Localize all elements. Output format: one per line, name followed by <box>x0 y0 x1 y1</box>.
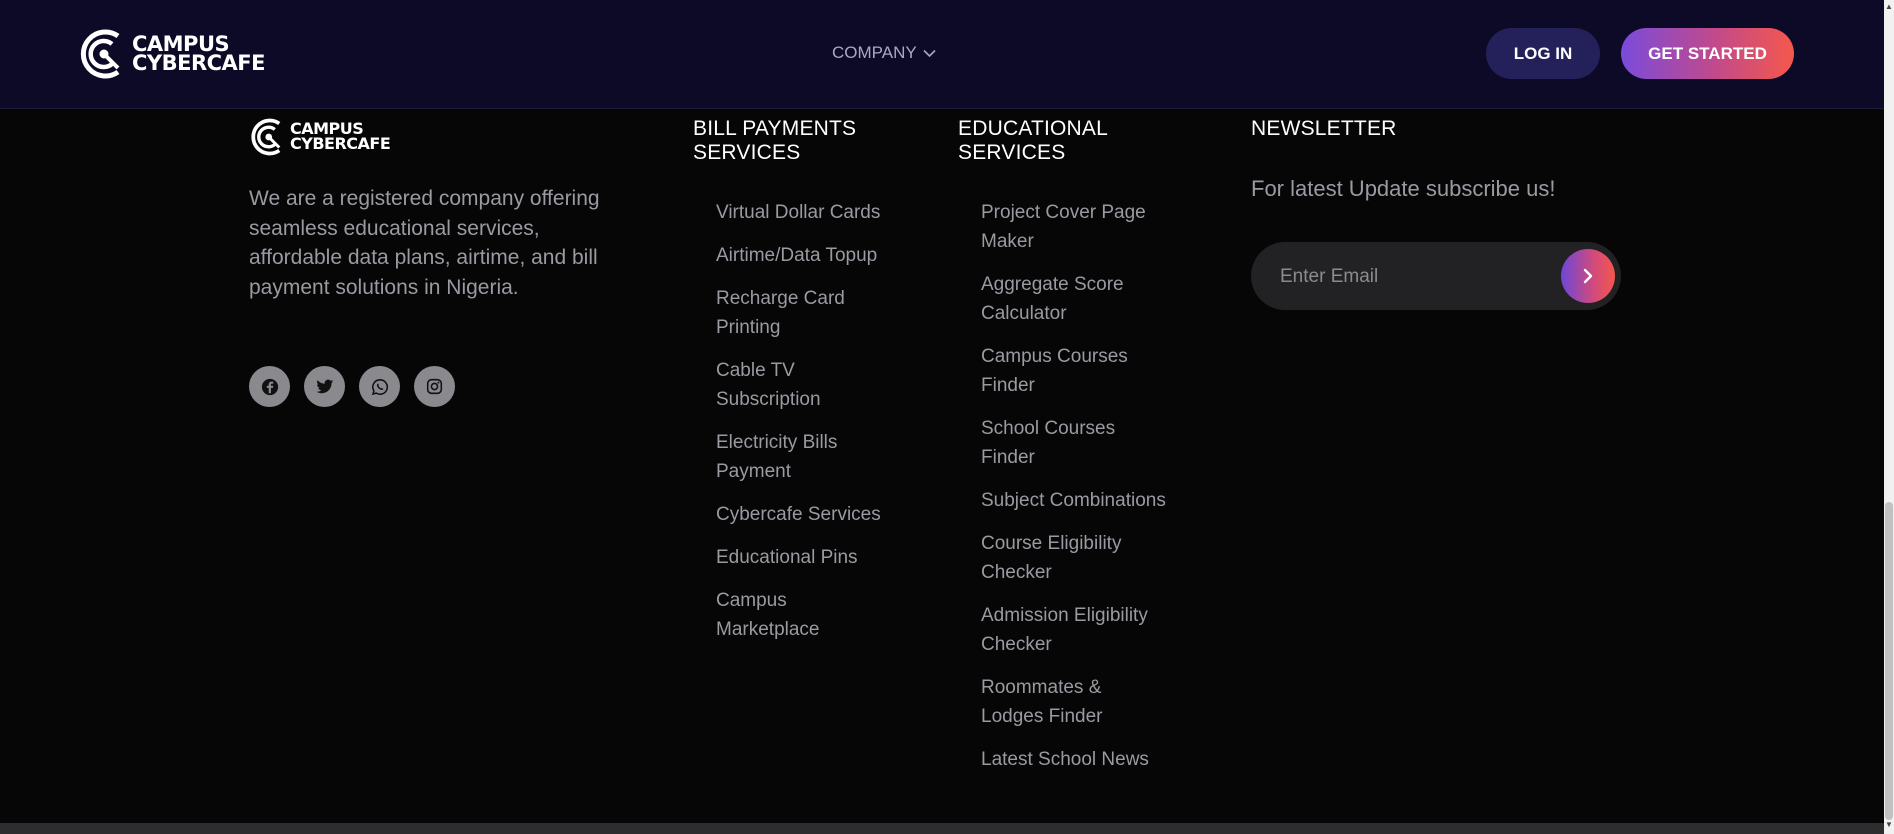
whatsapp-icon <box>371 378 388 395</box>
header-logo[interactable]: CAMPUS CYBERCAFE <box>78 26 266 82</box>
footer-link-subject-combinations[interactable]: Subject Combinations <box>981 486 1166 515</box>
footer-link-course-eligibility-checker[interactable]: Course Eligibility Checker <box>981 529 1166 587</box>
bill-payments-heading-line-1: BILL PAYMENTS <box>693 117 857 140</box>
instagram-link[interactable] <box>414 366 455 407</box>
educational-heading-line-1: EDUCATIONAL <box>958 117 1108 140</box>
bottom-strip <box>0 823 1884 834</box>
subscribe-button[interactable] <box>1561 249 1615 303</box>
newsletter-heading: NEWSLETTER <box>1251 117 1397 140</box>
newsletter-form <box>1251 242 1621 312</box>
chevron-down-icon <box>923 49 936 57</box>
footer-link-educational-pins[interactable]: Educational Pins <box>716 543 881 572</box>
footer-link-school-courses-finder[interactable]: School Courses Finder <box>981 414 1166 472</box>
logo-mark-icon <box>80 29 120 79</box>
footer-link-campus-courses-finder[interactable]: Campus Courses Finder <box>981 342 1166 400</box>
get-started-button[interactable]: GET STARTED <box>1621 28 1794 79</box>
footer-link-roommates-lodges-finder[interactable]: Roommates & Lodges Finder <box>981 673 1166 731</box>
footer-link-electricity-bills-payment[interactable]: Electricity Bills Payment <box>716 428 881 486</box>
educational-services-list: Project Cover Page Maker Aggregate Score… <box>981 198 1166 788</box>
logo-mark-icon <box>251 118 281 156</box>
scroll-up-icon[interactable]: ▲ <box>1884 0 1894 14</box>
footer-link-virtual-dollar-cards[interactable]: Virtual Dollar Cards <box>716 198 881 227</box>
newsletter-text: For latest Update subscribe us! <box>1251 176 1556 201</box>
login-button[interactable]: LOG IN <box>1486 28 1600 79</box>
footer-link-recharge-card-printing[interactable]: Recharge Card Printing <box>716 284 881 342</box>
educational-services-heading: EDUCATIONAL SERVICES <box>958 117 1108 165</box>
twitter-icon <box>315 379 333 393</box>
facebook-link[interactable] <box>249 366 290 407</box>
email-input[interactable] <box>1278 242 1552 312</box>
logo-line-2: CYBERCAFE <box>290 134 391 153</box>
company-menu[interactable]: COMPANY <box>832 43 936 63</box>
chevron-right-icon <box>1583 268 1593 284</box>
whatsapp-link[interactable] <box>359 366 400 407</box>
instagram-icon <box>426 378 443 395</box>
bill-payments-heading-line-2: SERVICES <box>693 141 801 164</box>
footer-link-latest-school-news[interactable]: Latest School News <box>981 745 1166 774</box>
bill-payments-heading: BILL PAYMENTS SERVICES <box>693 117 856 165</box>
footer-link-project-cover-page-maker[interactable]: Project Cover Page Maker <box>981 198 1166 256</box>
twitter-link[interactable] <box>304 366 345 407</box>
footer-link-cable-tv-subscription[interactable]: Cable TV Subscription <box>716 356 881 414</box>
footer-logo[interactable]: CAMPUS CYBERCAFE <box>249 116 391 158</box>
company-menu-label: COMPANY <box>832 43 917 62</box>
facebook-icon <box>261 378 278 395</box>
footer-link-campus-marketplace[interactable]: Campus Marketplace <box>716 586 881 644</box>
vertical-scrollbar[interactable]: ▲ ▼ <box>1884 0 1894 834</box>
bill-payments-list: Virtual Dollar Cards Airtime/Data Topup … <box>716 198 881 658</box>
logo-line-2: CYBERCAFE <box>132 51 266 75</box>
scroll-down-icon[interactable]: ▼ <box>1884 818 1894 832</box>
scrollbar-thumb[interactable] <box>1885 502 1893 820</box>
footer-link-aggregate-score-calculator[interactable]: Aggregate Score Calculator <box>981 270 1166 328</box>
footer-link-airtime-data-topup[interactable]: Airtime/Data Topup <box>716 241 881 270</box>
footer-link-cybercafe-services[interactable]: Cybercafe Services <box>716 500 881 529</box>
footer-link-admission-eligibility-checker[interactable]: Admission Eligibility Checker <box>981 601 1166 659</box>
educational-heading-line-2: SERVICES <box>958 141 1066 164</box>
about-text: We are a registered company offering sea… <box>249 187 600 299</box>
social-links <box>249 366 455 407</box>
top-navbar: CAMPUS CYBERCAFE COMPANY LOG IN GET STAR… <box>0 0 1884 109</box>
